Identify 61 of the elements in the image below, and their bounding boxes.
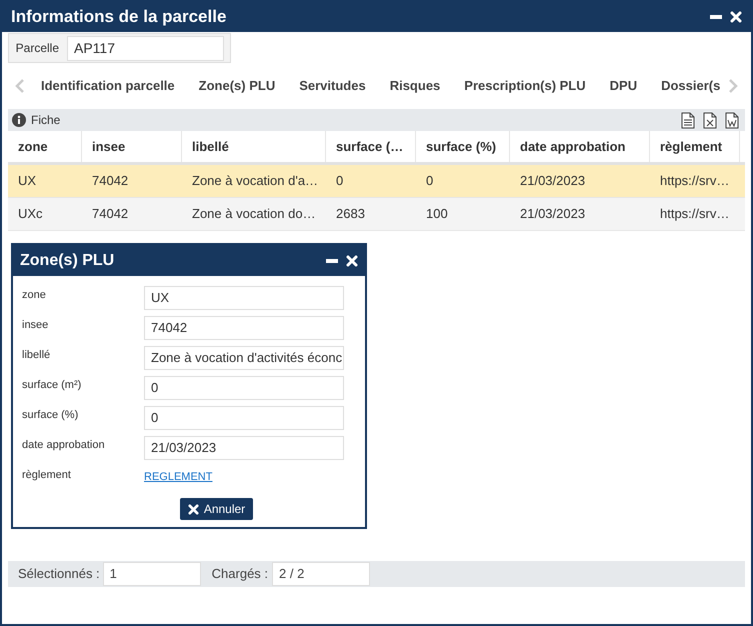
table-row[interactable]: UXc 74042 Zone à vocation do… 2683 100 21/03/2023 https://srv… [8, 198, 745, 231]
parcel-label: Parcelle [15, 40, 59, 57]
table-cell-text: 21/03/2023 [519, 172, 586, 190]
input-field[interactable]: Zone à vocation d'activités éconc [144, 346, 344, 370]
text-doc-icon[interactable] [681, 112, 695, 128]
close-icon [188, 504, 199, 514]
table-cell-text: 100 [425, 205, 449, 224]
tab[interactable]: DPU [610, 76, 638, 96]
tab[interactable]: Identification parcelle [41, 76, 175, 96]
input-field[interactable]: 0 [144, 376, 344, 400]
table-cell-text: 21/03/2023 [519, 205, 586, 224]
table-cell-text: 0 [425, 172, 434, 190]
column-header[interactable]: surface (… [326, 131, 416, 162]
table-cell-text: UXc [17, 205, 44, 224]
tab[interactable]: Risques [390, 76, 440, 96]
close-icon[interactable] [346, 254, 358, 266]
table-cell-text: https://srv… [659, 205, 730, 224]
table-cell-text: Zone à vocation d'a… [191, 172, 320, 190]
field-label: insee [22, 318, 50, 333]
input-field[interactable]: 74042 [144, 316, 344, 340]
close-icon[interactable] [730, 11, 742, 23]
field-label: date approbation [22, 438, 106, 453]
tab[interactable]: Servitudes [299, 76, 366, 96]
cancel-button[interactable]: Annuler [180, 498, 254, 520]
field-label: zone [22, 288, 47, 303]
selected-count-field: 1 [102, 562, 201, 586]
tab[interactable]: Zone(s) PLU [198, 76, 276, 96]
field-label: surface (m²) [22, 378, 82, 393]
word-doc-icon[interactable] [725, 112, 739, 128]
toolbar-label: Fiche [31, 112, 62, 129]
column-header[interactable]: zone [8, 131, 82, 162]
table-cell-text: Zone à vocation do… [191, 205, 317, 224]
field-label: règlement [22, 468, 72, 483]
tab[interactable]: Prescription(s) PLU [464, 76, 586, 96]
input-field[interactable]: UX [144, 286, 344, 310]
table-cell-text: UX [17, 172, 38, 190]
column-header[interactable]: libellé [182, 131, 326, 162]
info-icon [12, 113, 26, 127]
field-label: surface (%) [22, 408, 80, 423]
excel-doc-icon[interactable] [703, 112, 717, 128]
field-label: libellé [22, 348, 52, 363]
input-field[interactable]: 21/03/2023 [144, 436, 344, 460]
column-header[interactable]: insee [82, 131, 182, 162]
window-title: Informations de la parcelle [11, 6, 226, 28]
table-cell-text: 74042 [91, 205, 130, 224]
table-cell-text: 2683 [335, 205, 366, 224]
input-field[interactable]: 0 [144, 406, 344, 430]
dialog-title: Zone(s) PLU [20, 250, 114, 270]
table-cell-text: https://srv… [659, 172, 730, 190]
selected-label: Sélectionnés : [18, 565, 100, 584]
column-header[interactable]: règlement [650, 131, 740, 162]
column-header[interactable]: surface (%) [416, 131, 510, 162]
table-cell-text: 0 [335, 172, 344, 190]
table-row[interactable]: UX 74042 Zone à vocation d'a… 0 0 21/03/2023 https://srv… [8, 165, 745, 198]
loaded-label: Chargés : [212, 565, 268, 584]
column-header[interactable]: date approbation [510, 131, 650, 162]
parcel-field[interactable]: AP117 [67, 36, 224, 60]
regulation-link[interactable]: REGLEMENT [144, 466, 212, 486]
loaded-count-field: 2 / 2 [272, 562, 370, 586]
tab[interactable]: Dossier(s [661, 76, 720, 96]
table-cell-text: 74042 [91, 172, 130, 190]
